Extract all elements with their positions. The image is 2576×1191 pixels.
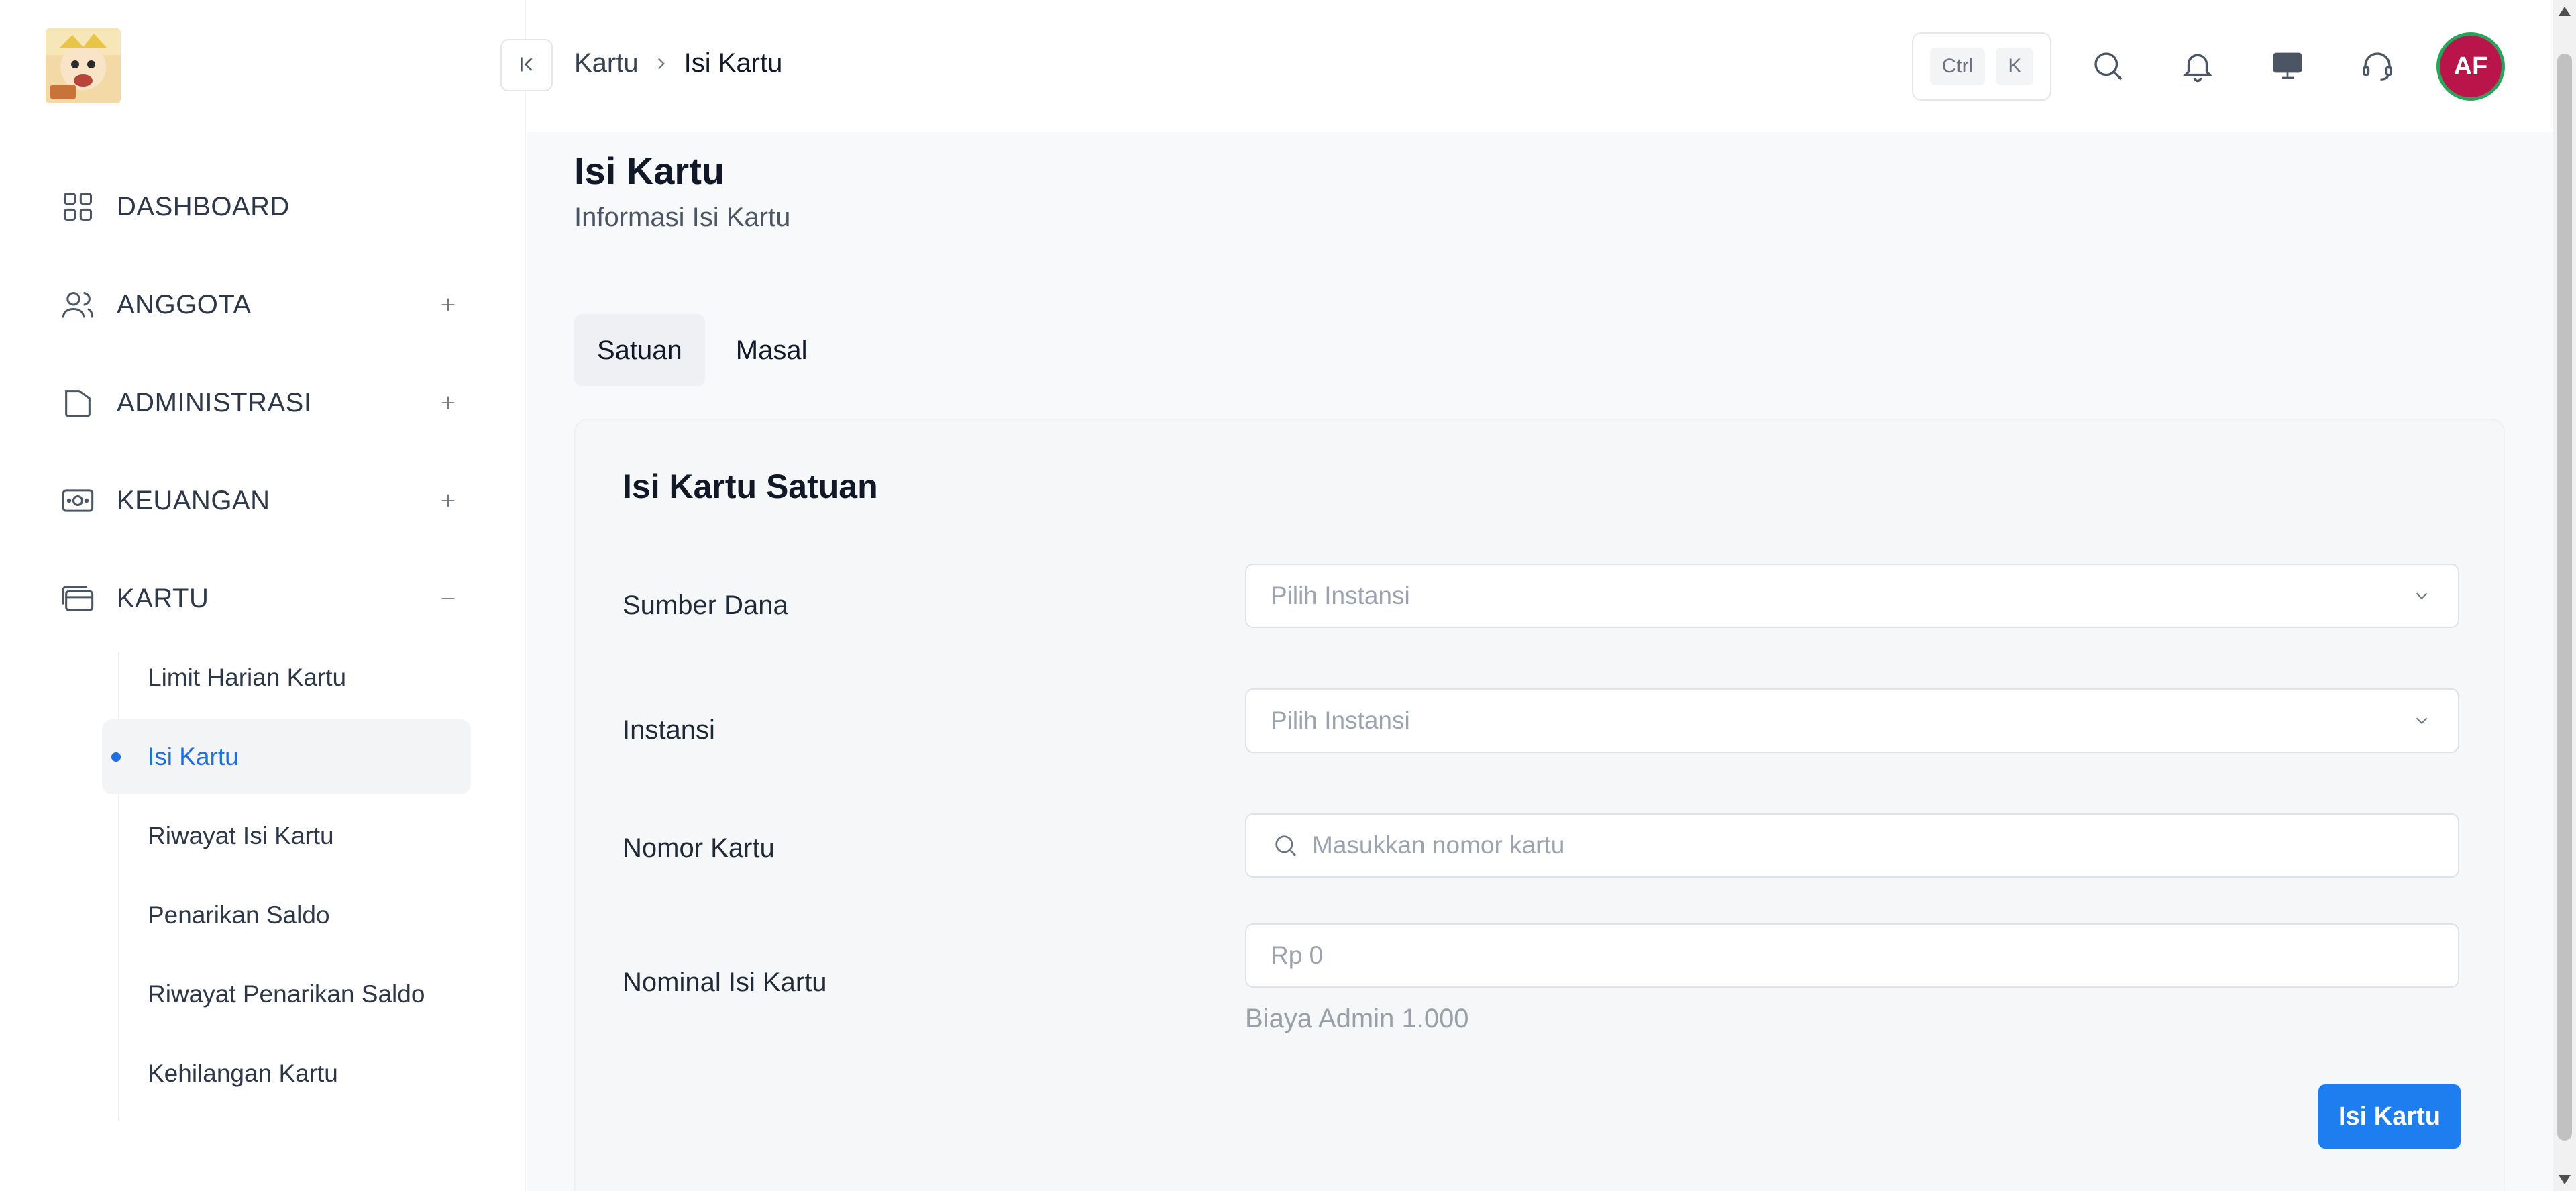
app-logo[interactable] [46,28,121,103]
scroll-up-arrow-icon[interactable] [2559,7,2571,16]
nav-item-anggota[interactable]: ANGGOTA [59,278,462,331]
input-placeholder: Masukkan nomor kartu [1312,831,1565,859]
plus-icon[interactable] [435,487,462,514]
page-title: Isi Kartu [574,150,725,192]
submenu-item-label: Riwayat Isi Kartu [148,822,334,849]
scroll-down-arrow-icon[interactable] [2559,1175,2571,1184]
chevron-down-icon [2410,709,2434,733]
nav-label-dashboard: DASHBOARD [117,191,290,221]
collapse-sidebar-button[interactable] [500,39,553,91]
breadcrumb-parent[interactable]: Kartu [574,48,639,79]
label-instansi: Instansi [623,715,715,745]
nav-label-kartu: KARTU [117,583,209,613]
breadcrumb: Kartu Isi Kartu [574,48,782,79]
input-nomor-kartu[interactable]: Masukkan nomor kartu [1245,813,2459,878]
scroll-thumb[interactable] [2557,54,2572,1141]
breadcrumb-current: Isi Kartu [684,48,783,78]
submit-isi-kartu-button[interactable]: Isi Kartu [2318,1084,2461,1149]
kbd-ctrl: Ctrl [1929,48,1986,85]
headset-icon[interactable] [2353,42,2402,90]
tab-satuan[interactable]: Satuan [574,314,705,386]
select-sumber-dana[interactable]: Pilih Instansi [1245,564,2459,628]
tab-masal[interactable]: Masal [713,314,830,386]
form-title: Isi Kartu Satuan [623,468,878,505]
label-sumber-dana: Sumber Dana [623,590,788,620]
search-icon [1271,831,1300,860]
collapse-icon [515,52,539,79]
submenu-item-riwayat-penarikan-saldo[interactable]: Riwayat Penarikan Saldo [102,957,471,1032]
submenu-item-isi-kartu[interactable]: Isi Kartu [102,719,471,794]
chevron-down-icon [2410,584,2434,608]
select-placeholder: Pilih Instansi [1271,582,1410,609]
money-icon [59,482,97,519]
form-card: Isi Kartu Satuan Sumber Dana Pilih Insta… [574,419,2505,1191]
bell-icon[interactable] [2174,42,2222,90]
users-icon [59,286,97,323]
topbar [527,0,2553,132]
kbd-k: K [1996,48,2034,85]
submenu-item-label: Riwayat Penarikan Saldo [148,980,425,1008]
page-scrollbar[interactable] [2553,0,2576,1191]
select-instansi[interactable]: Pilih Instansi [1245,688,2459,753]
submenu-item-limit-harian-kartu[interactable]: Limit Harian Kartu [102,640,471,715]
input-nominal-isi-kartu[interactable]: Rp 0 [1245,923,2459,988]
admin-fee-hint: Biaya Admin 1.000 [1245,1004,1469,1033]
nav-label-anggota: ANGGOTA [117,289,252,319]
nav-item-kartu[interactable]: KARTU [59,572,462,625]
main-content: Isi Kartu Informasi Isi Kartu Satuan Mas… [527,132,2553,1191]
tab-list: Satuan Masal [574,314,830,386]
command-palette-shortcut[interactable]: Ctrl K [1912,32,2051,101]
select-placeholder: Pilih Instansi [1271,707,1410,734]
monitor-icon[interactable] [2263,42,2312,90]
input-placeholder: Rp 0 [1271,941,1324,969]
search-icon[interactable] [2084,42,2132,90]
submenu-item-label: Penarikan Saldo [148,901,330,929]
label-nominal-isi-kartu: Nominal Isi Kartu [623,968,827,997]
submenu-item-riwayat-isi-kartu[interactable]: Riwayat Isi Kartu [102,798,471,874]
minus-icon[interactable] [435,585,462,612]
user-avatar[interactable]: AF [2436,32,2505,101]
folder-icon [59,384,97,421]
chevron-right-icon [652,54,671,73]
card-icon [59,580,97,617]
label-nomor-kartu: Nomor Kartu [623,833,775,863]
submenu-item-kehilangan-kartu[interactable]: Kehilangan Kartu [102,1036,471,1111]
sidebar: DASHBOARD ANGGOTA ADMINISTRASI KEUANGAN … [0,0,526,1191]
nav-label-administrasi: ADMINISTRASI [117,387,312,417]
submenu-item-penarikan-saldo[interactable]: Penarikan Saldo [102,878,471,953]
submenu-item-label: Isi Kartu [148,743,239,770]
grid-icon [59,188,97,225]
app-root: DASHBOARD ANGGOTA ADMINISTRASI KEUANGAN … [0,0,2576,1191]
submenu-item-label: Limit Harian Kartu [148,664,347,691]
plus-icon[interactable] [435,389,462,416]
nav-item-administrasi[interactable]: ADMINISTRASI [59,376,462,429]
nav-item-dashboard[interactable]: DASHBOARD [59,180,462,234]
nav-label-keuangan: KEUANGAN [117,485,270,515]
page-subtitle: Informasi Isi Kartu [574,203,791,232]
submenu-item-label: Kehilangan Kartu [148,1059,338,1087]
nav-item-keuangan[interactable]: KEUANGAN [59,474,462,527]
active-indicator-dot [111,752,121,762]
plus-icon[interactable] [435,291,462,318]
